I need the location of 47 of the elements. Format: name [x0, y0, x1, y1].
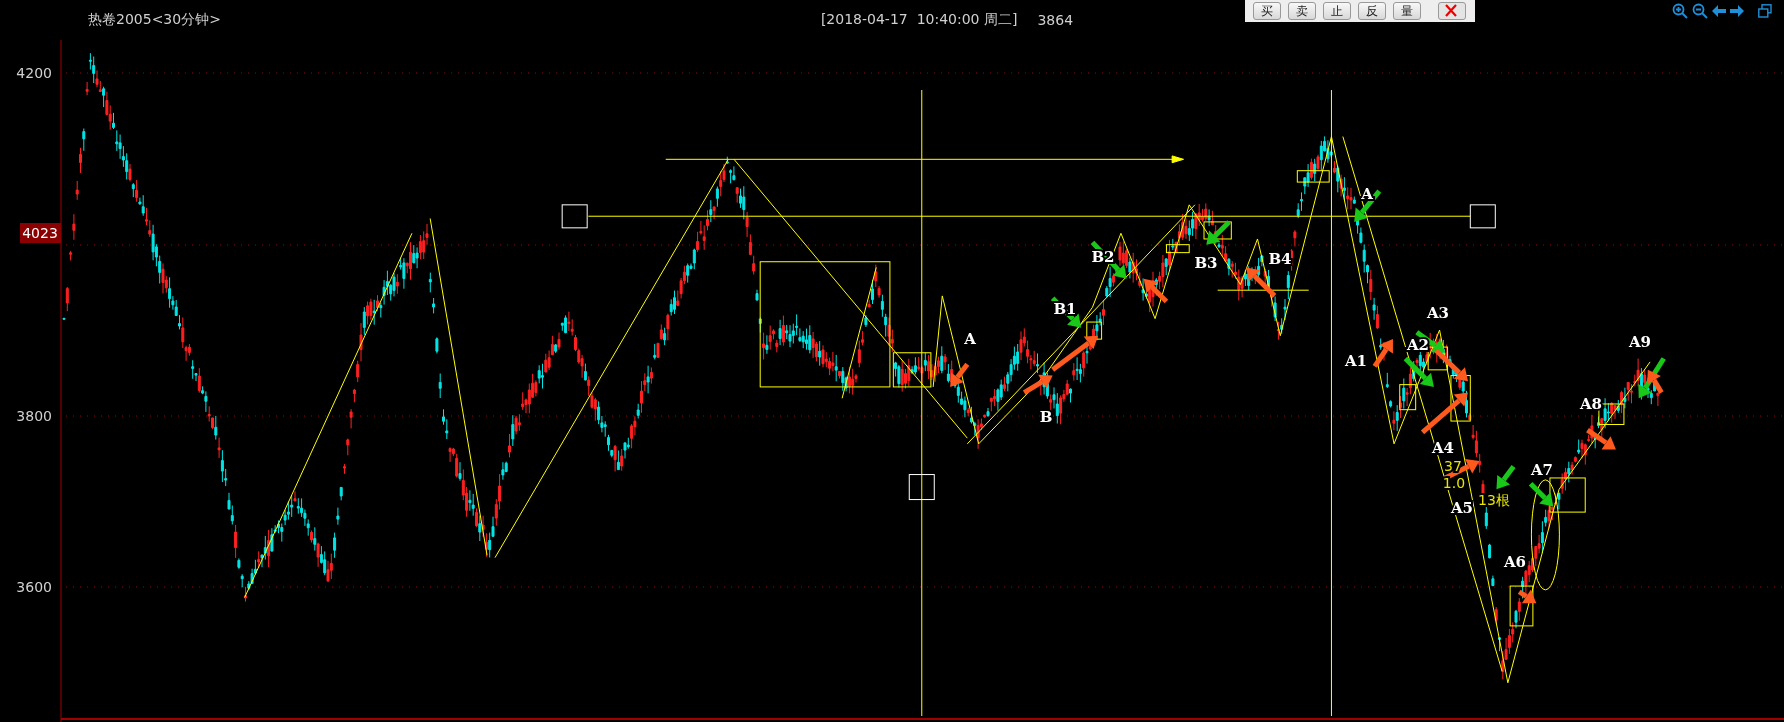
- wave-label: A8: [1579, 395, 1603, 413]
- signal-arrow: [1586, 428, 1616, 450]
- wave-label: A9: [1628, 333, 1652, 351]
- order-button[interactable]: 卖: [1288, 2, 1316, 20]
- signal-arrow: [950, 362, 970, 387]
- order-button[interactable]: 反: [1358, 2, 1386, 20]
- datetime-label: [2018-04-17 10:40:00 周二]: [820, 11, 1018, 29]
- wave-label: A2: [1406, 336, 1430, 354]
- left-arrow-icon[interactable]: [1712, 5, 1726, 17]
- signal-arrow: [1517, 589, 1537, 604]
- signal-arrow: [1403, 356, 1434, 387]
- wave-label: A: [964, 330, 976, 348]
- signal-arrow: [1051, 335, 1099, 372]
- zoom-in-icon[interactable]: [1672, 3, 1688, 19]
- chart-title: 热卷2005<30分钟>: [88, 11, 221, 29]
- signal-arrow: [1528, 481, 1554, 507]
- signal-arrow: [1372, 339, 1393, 368]
- stat-label: 13根: [1478, 492, 1510, 508]
- signal-arrow: [1246, 267, 1277, 298]
- close-icon: [1444, 4, 1460, 18]
- signal-arrow: [1206, 220, 1231, 245]
- order-button[interactable]: 止: [1323, 2, 1351, 20]
- order-button[interactable]: 量: [1393, 2, 1421, 20]
- signal-arrow: [1143, 278, 1169, 304]
- wave-label: B: [1039, 408, 1053, 426]
- order-button[interactable]: 买: [1253, 2, 1281, 20]
- close-button[interactable]: [1438, 2, 1466, 20]
- restore-window-icon[interactable]: [1758, 4, 1772, 18]
- wave-label: A5: [1450, 499, 1474, 517]
- signal-arrow: [1496, 465, 1516, 490]
- wave-label: A3: [1426, 304, 1450, 322]
- wave-label: A1: [1344, 352, 1368, 370]
- zoom-out-icon[interactable]: [1692, 3, 1708, 19]
- stat-label: 37: [1444, 458, 1462, 474]
- wave-label: A: [1361, 185, 1373, 203]
- axis-label: 4200: [16, 65, 52, 81]
- signal-arrow: [1022, 374, 1053, 395]
- wave-label: B3: [1194, 254, 1218, 272]
- current-price-badge: 4023: [20, 223, 61, 243]
- right-arrow-icon[interactable]: [1730, 5, 1744, 17]
- signal-arrow: [1354, 189, 1382, 222]
- axis-label: 3800: [16, 408, 52, 424]
- signal-arrow: [1420, 392, 1468, 435]
- price-label: 3864: [1037, 12, 1074, 28]
- wave-label: A6: [1503, 553, 1527, 571]
- axis-label: 3600: [16, 579, 52, 595]
- wave-label: A7: [1530, 461, 1554, 479]
